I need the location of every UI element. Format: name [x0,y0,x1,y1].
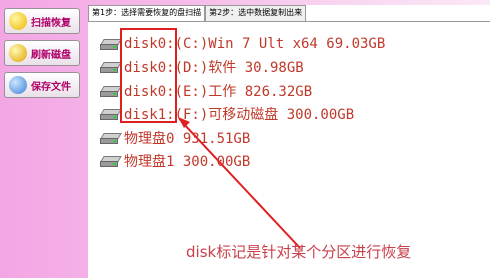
save-icon [9,76,27,94]
tab-step2[interactable]: 第2步：选中数据复制出来 [205,5,307,21]
tab-bar: 第1步：选择需要恢复的盘扫描 第2步：选中数据复制出来 [88,5,307,21]
save-file-label: 保存文件 [31,81,71,93]
refresh-icon [9,44,27,62]
tab-step1[interactable]: 第1步：选择需要恢复的盘扫描 [88,5,206,21]
hard-drive-icon [100,59,122,75]
tree-item-label: 物理盘1 300.00GB [124,154,251,170]
annotation-text: disk标记是针对某个分区进行恢复 [186,243,412,261]
refresh-disk-label: 刷新磁盘 [31,49,71,61]
left-panel: 扫描恢复 刷新磁盘 保存文件 [0,0,90,278]
hard-drive-icon [100,36,122,52]
hard-drive-icon [100,83,122,99]
save-file-button[interactable]: 保存文件 [4,72,80,98]
hard-drive-icon [100,106,122,122]
tree-item-label: 物理盘0 931.51GB [124,131,251,147]
hard-drive-icon [100,130,122,146]
watermark-title: 当下软件园 [356,217,466,241]
refresh-disk-button[interactable]: 刷新磁盘 [4,40,80,66]
magnifier-icon [9,12,27,30]
hard-drive-icon [100,153,122,169]
scan-recover-label: 扫描恢复 [31,17,71,29]
tree-item-physical-0[interactable]: 物理盘0 931.51GB [100,128,250,148]
scan-recover-button[interactable]: 扫描恢复 [4,8,80,34]
highlight-box [120,28,177,123]
tree-item-physical-1[interactable]: 物理盘1 300.00GB [100,151,250,171]
